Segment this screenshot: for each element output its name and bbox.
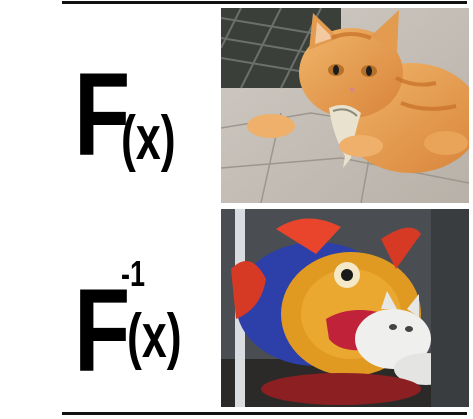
fish-toy-eating-cat-image [221,209,469,407]
function-argument-label: (x) [121,104,176,173]
inverse-function-argument-label: (x) [127,302,182,371]
cat-eating-fish-image [221,8,469,203]
top-divider [62,1,467,4]
bottom-divider [62,412,467,415]
inverse-exponent-label: -1 [121,253,146,294]
